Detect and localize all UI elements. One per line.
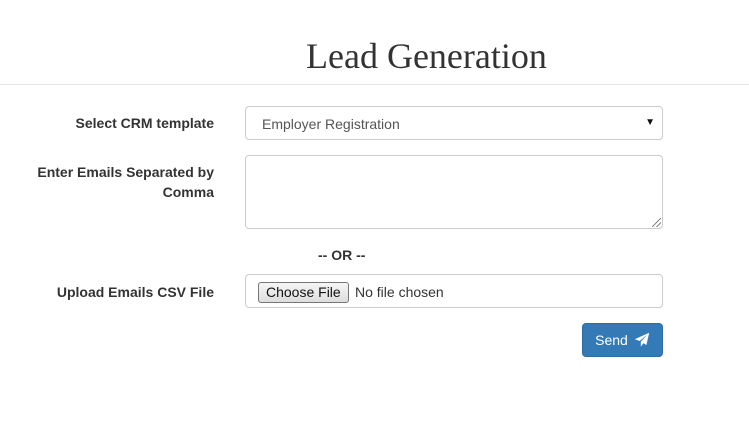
page-header: Lead Generation (0, 0, 749, 85)
upload-csv-label: Upload Emails CSV File (56, 284, 214, 300)
file-status-text: No file chosen (355, 284, 444, 300)
choose-file-button[interactable]: Choose File (258, 282, 349, 303)
crm-template-label: Select CRM template (75, 115, 214, 131)
csv-file-input[interactable]: Choose File No file chosen (245, 274, 663, 308)
send-button-label: Send (595, 332, 628, 348)
crm-template-select[interactable]: Employer Registration ▼ (245, 106, 663, 140)
resize-grip-icon[interactable] (652, 218, 661, 227)
crm-template-selected-value: Employer Registration (262, 116, 400, 132)
page-title: Lead Generation (306, 36, 547, 76)
emails-textarea[interactable] (245, 155, 663, 229)
emails-label: Enter Emails Separated by Comma (37, 164, 214, 200)
or-separator: -- OR -- (318, 247, 366, 263)
paper-plane-icon (634, 332, 650, 348)
caret-down-icon: ▼ (645, 117, 655, 128)
send-button[interactable]: Send (582, 323, 663, 357)
